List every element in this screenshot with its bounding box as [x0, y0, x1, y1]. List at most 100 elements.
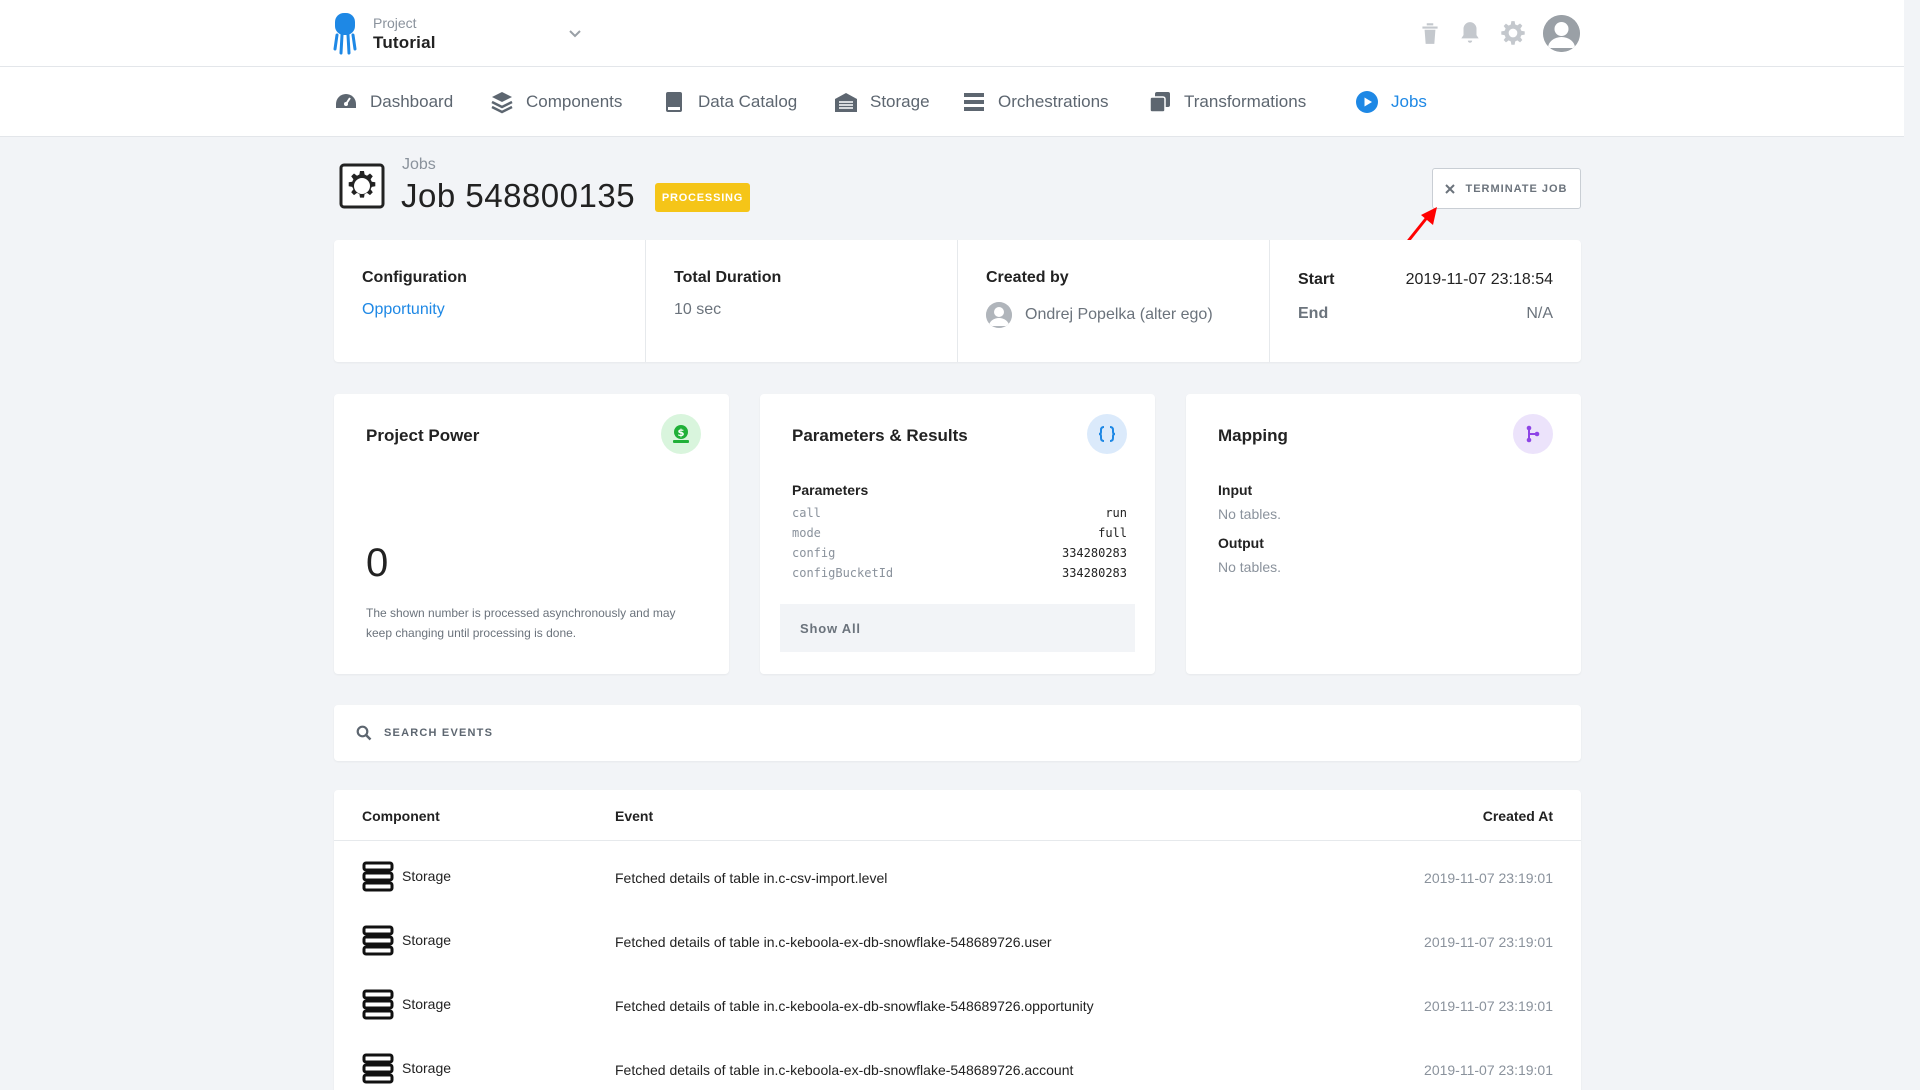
param-key: config	[792, 546, 836, 560]
nav-item-orchestrations[interactable]: Orchestrations	[962, 89, 1109, 115]
job-cog-icon	[339, 163, 385, 209]
storage-icon	[362, 925, 394, 956]
storage-icon	[362, 989, 394, 1020]
component-name: Storage	[402, 996, 452, 1012]
end-value: N/A	[1526, 305, 1553, 322]
param-value: 334280283	[1061, 546, 1127, 560]
nav-item-jobs[interactable]: Jobs	[1355, 89, 1427, 115]
branch-icon	[1513, 414, 1553, 454]
mapping-card: Mapping Input No tables. Output No table…	[1186, 394, 1581, 674]
output-heading: Output	[1218, 535, 1264, 551]
duration-label: Total Duration	[674, 269, 782, 286]
param-value: run	[1105, 506, 1127, 520]
param-key: mode	[792, 526, 821, 540]
user-avatar[interactable]	[1543, 15, 1580, 52]
column-header-component: Component	[362, 808, 440, 824]
warehouse-icon	[835, 93, 857, 112]
project-power-card: Project Power $ 0 The shown number is pr…	[334, 394, 729, 674]
power-value: 0	[366, 541, 389, 585]
input-value: No tables.	[1218, 506, 1282, 522]
start-row: Start 2019-11-07 23:18:54	[1298, 271, 1553, 289]
event-time: 2019-11-07 23:19:01	[1424, 870, 1553, 886]
param-key: call	[792, 506, 821, 520]
close-icon	[1445, 183, 1456, 194]
nav-item-dashboard[interactable]: Dashboard	[334, 89, 453, 115]
nav-label: Orchestrations	[998, 92, 1109, 111]
component-cell: Storage	[362, 988, 451, 1020]
param-value: full	[1098, 526, 1127, 540]
param-key: configBucketId	[792, 566, 894, 580]
nav-item-storage[interactable]: Storage	[834, 89, 930, 115]
param-row: config 334280283	[792, 546, 1127, 560]
trash-icon[interactable]	[1417, 20, 1443, 46]
page-title: Job 548800135	[401, 177, 636, 214]
event-time: 2019-11-07 23:19:01	[1424, 934, 1553, 950]
table-row[interactable]: Storage Fetched details of table in.c-cs…	[334, 842, 1581, 906]
table-row[interactable]: Storage Fetched details of table in.c-ke…	[334, 970, 1581, 1034]
nav-item-transformations[interactable]: Transformations	[1148, 89, 1306, 115]
braces-icon	[1087, 414, 1127, 454]
card-title: Parameters & Results	[792, 426, 968, 445]
terminate-job-label: TERMINATE JOB	[1465, 182, 1568, 195]
duration-value: 10 sec	[674, 301, 722, 318]
search-input[interactable]	[384, 727, 1484, 739]
column-header-event: Event	[615, 808, 654, 824]
event-text: Fetched details of table in.c-keboola-ex…	[615, 934, 1052, 950]
search-icon	[356, 725, 372, 741]
component-name: Storage	[402, 1060, 452, 1076]
end-label: End	[1298, 305, 1329, 322]
creator-name: Ondrej Popelka (alter ego)	[1025, 306, 1213, 323]
nav-label: Dashboard	[370, 92, 454, 111]
status-badge: PROCESSING	[655, 183, 750, 212]
table-row[interactable]: Storage Fetched details of table in.c-ke…	[334, 1034, 1581, 1090]
param-row: call run	[792, 506, 1127, 520]
created-by-label: Created by	[986, 269, 1069, 286]
show-all-button[interactable]: Show All	[780, 604, 1135, 652]
terminate-job-button[interactable]: TERMINATE JOB	[1432, 168, 1581, 209]
project-name[interactable]: Tutorial	[373, 33, 436, 53]
bars-icon	[964, 93, 984, 111]
nav-label: Components	[526, 92, 623, 111]
nav-label: Data Catalog	[698, 92, 798, 111]
event-text: Fetched details of table in.c-keboola-ex…	[615, 1062, 1074, 1078]
parameters-results-card: Parameters & Results Parameters call run…	[760, 394, 1155, 674]
book-icon	[666, 92, 682, 112]
start-value: 2019-11-07 23:18:54	[1405, 271, 1553, 288]
storage-icon	[362, 861, 394, 892]
breadcrumb[interactable]: Jobs	[402, 156, 436, 174]
table-row[interactable]: Storage Fetched details of table in.c-ke…	[334, 906, 1581, 970]
chevron-down-icon[interactable]	[567, 25, 583, 41]
nav-item-data-catalog[interactable]: Data Catalog	[662, 89, 797, 115]
output-value: No tables.	[1218, 559, 1282, 575]
job-summary-card: Configuration Opportunity Total Duration…	[334, 240, 1581, 362]
start-end-section: Start 2019-11-07 23:18:54 End N/A	[1270, 240, 1581, 362]
card-title: Project Power	[366, 426, 480, 445]
configuration-label: Configuration	[362, 269, 467, 286]
duration-section: Total Duration 10 sec	[646, 240, 958, 362]
start-label: Start	[1298, 271, 1335, 288]
main-navigation: Dashboard Components Data Catalog Storag…	[0, 67, 1904, 137]
money-icon: $	[661, 414, 701, 454]
parameters-heading: Parameters	[792, 482, 869, 498]
created-by-section: Created by Ondrej Popelka (alter ego)	[958, 240, 1270, 362]
bell-icon[interactable]	[1457, 20, 1483, 46]
component-name: Storage	[402, 868, 452, 884]
nav-label: Storage	[870, 92, 930, 111]
keboola-logo-icon[interactable]	[333, 13, 357, 55]
nav-item-components[interactable]: Components	[490, 89, 622, 115]
header-divider	[334, 840, 1581, 841]
project-label: Project	[373, 15, 417, 31]
storage-icon	[362, 1053, 394, 1084]
end-row: End N/A	[1298, 305, 1553, 323]
copy-icon	[1149, 92, 1170, 113]
param-value: 334280283	[1061, 566, 1127, 580]
configuration-link[interactable]: Opportunity	[362, 301, 445, 319]
creator-avatar	[986, 302, 1012, 328]
top-bar: Project Tutorial	[0, 0, 1904, 67]
gear-icon[interactable]	[1500, 20, 1526, 46]
event-time: 2019-11-07 23:19:01	[1424, 1062, 1553, 1078]
column-header-created-at: Created At	[1482, 808, 1553, 824]
input-heading: Input	[1218, 482, 1253, 498]
gauge-icon	[336, 94, 356, 108]
component-name: Storage	[402, 932, 452, 948]
